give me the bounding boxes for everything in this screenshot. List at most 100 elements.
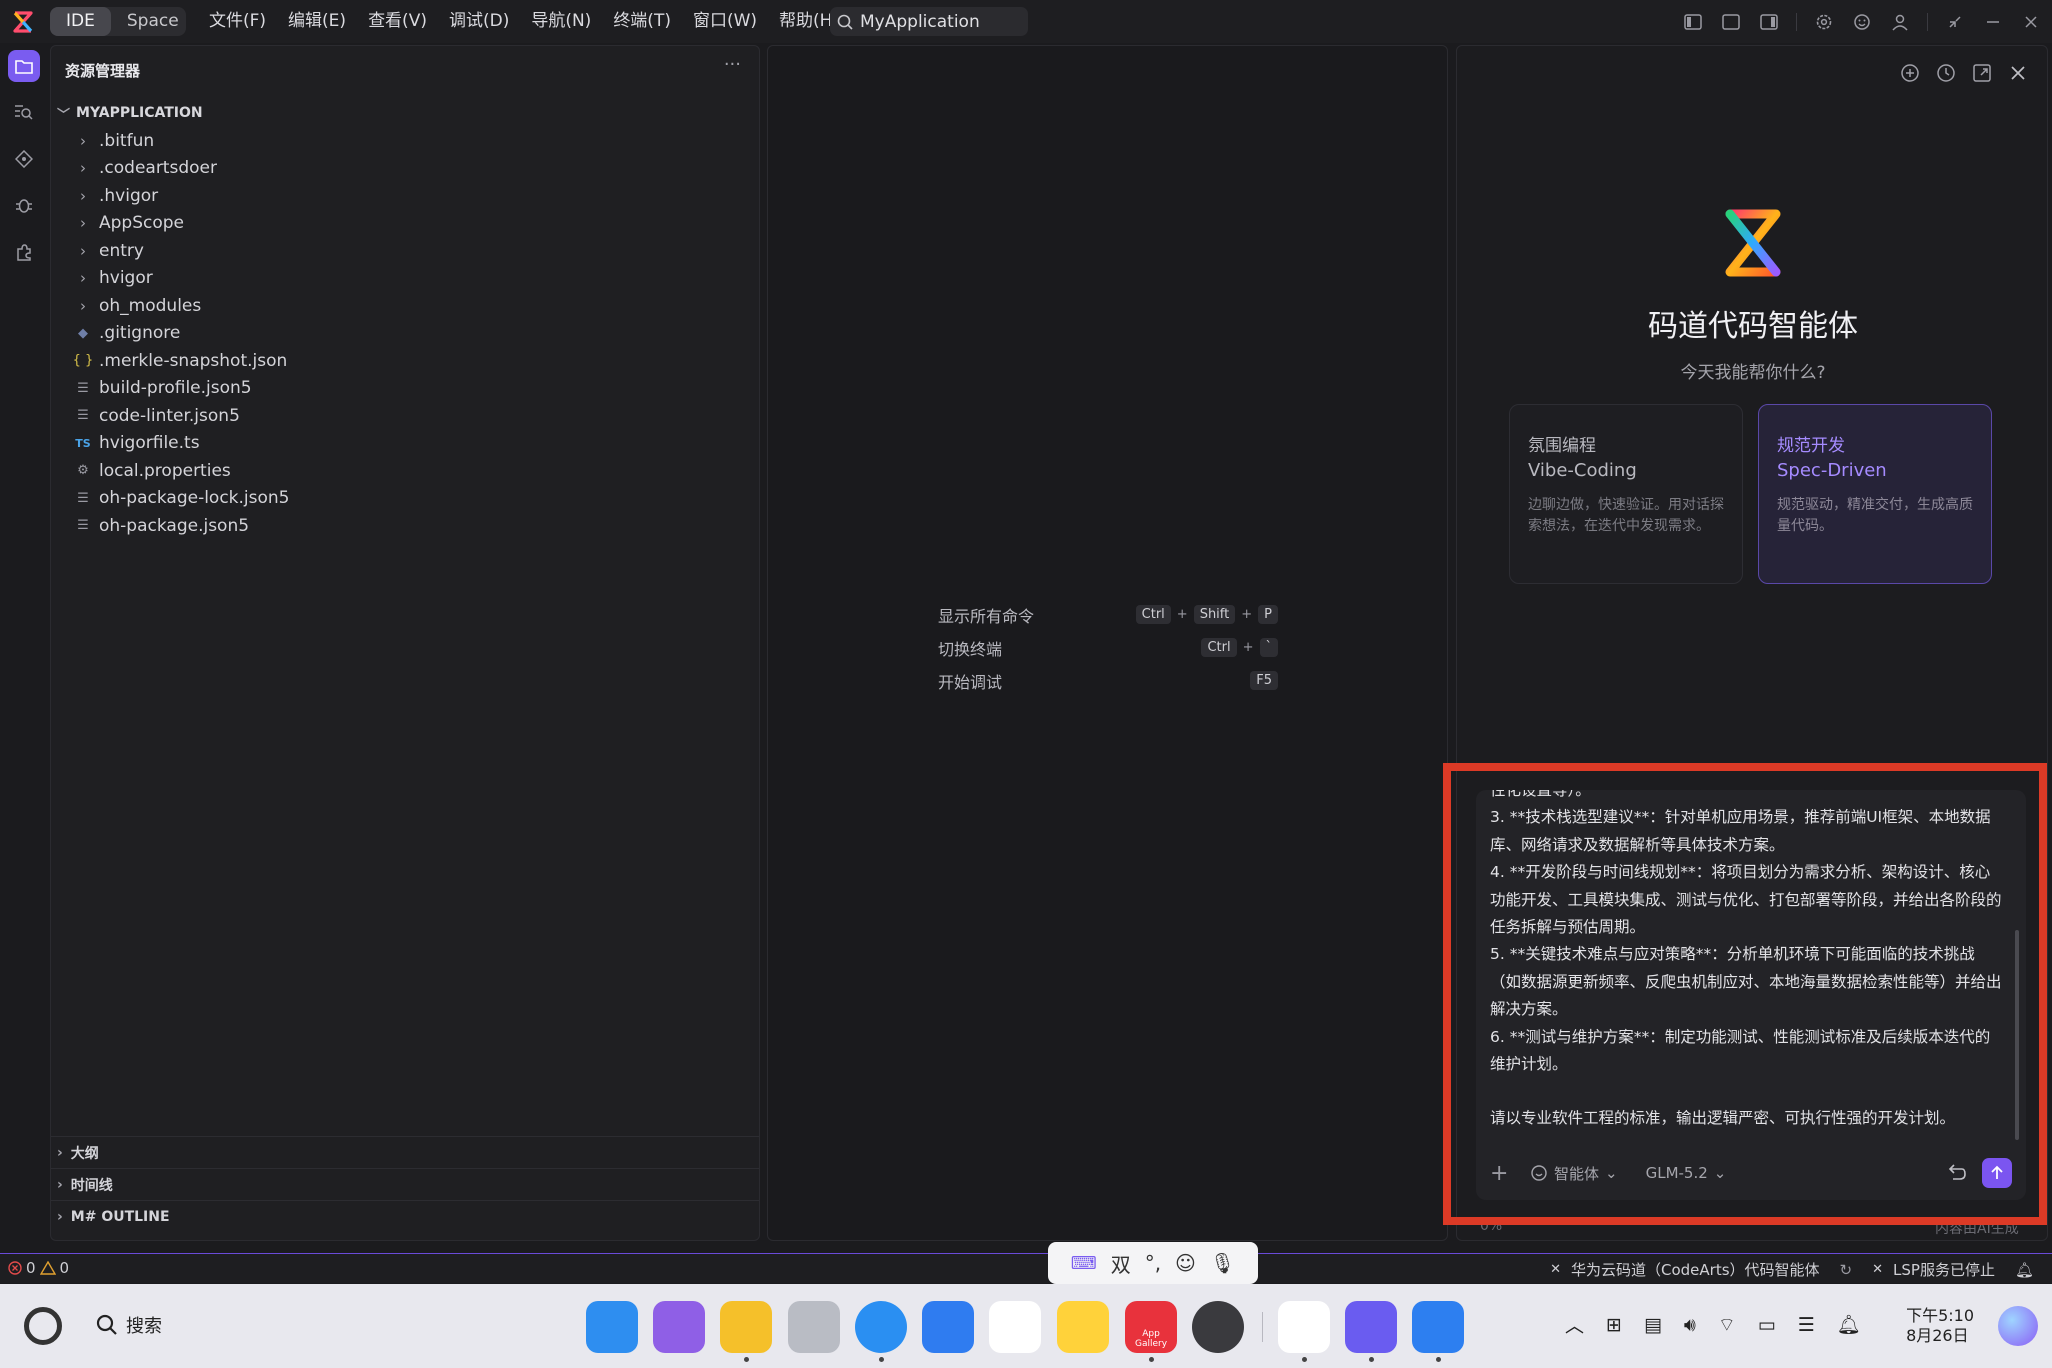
- close-panel-icon[interactable]: [2007, 62, 2029, 84]
- control-center-icon[interactable]: ☰: [1798, 1314, 1815, 1336]
- assistant-orb-icon[interactable]: [1998, 1306, 2038, 1346]
- tree-folder[interactable]: › .codeartsdoer: [51, 155, 751, 183]
- tree-folder[interactable]: › oh_modules: [51, 292, 751, 320]
- menu-window[interactable]: 窗口(W): [682, 0, 768, 43]
- battery-icon[interactable]: ▭: [1758, 1314, 1776, 1336]
- bell-notification-icon[interactable]: 🔔︎: [2015, 1261, 2034, 1279]
- more-actions-icon[interactable]: ···: [724, 54, 741, 75]
- notification-bell-icon[interactable]: 🔔︎: [1837, 1313, 1861, 1336]
- debug-bug-icon[interactable]: [8, 189, 40, 221]
- mode-space-button[interactable]: Space: [111, 7, 195, 36]
- history-clock-icon[interactable]: [1935, 62, 1957, 84]
- extensions-puzzle-icon[interactable]: [8, 236, 40, 268]
- app-launcher-icon[interactable]: [586, 1301, 638, 1353]
- card-title-en: Vibe-Coding: [1528, 460, 1637, 481]
- ime-emoji-icon[interactable]: ☺: [1175, 1251, 1196, 1275]
- toggle-left-panel-icon[interactable]: [1682, 11, 1704, 33]
- tree-file[interactable]: { } .merkle-snapshot.json: [51, 347, 751, 375]
- section-md-outline[interactable]: › M# OUTLINE: [51, 1200, 759, 1232]
- source-control-icon[interactable]: [8, 143, 40, 175]
- sync-icon[interactable]: ↻: [1840, 1261, 1853, 1279]
- command-search-box[interactable]: MyApplication: [830, 7, 1028, 36]
- tree-file[interactable]: ☰ oh-package-lock.json5: [51, 485, 751, 513]
- ime-chinese-toggle[interactable]: 双: [1111, 1249, 1131, 1278]
- new-chat-icon[interactable]: [1899, 62, 1921, 84]
- ime-microphone-icon[interactable]: 🎙︎: [1210, 1251, 1235, 1275]
- ime-punctuation-toggle[interactable]: °,: [1145, 1251, 1161, 1275]
- shortcut-row-debug[interactable]: 开始调试 F5: [938, 664, 1278, 697]
- menu-edit[interactable]: 编辑(E): [277, 0, 357, 43]
- shortcut-row-commands[interactable]: 显示所有命令 Ctrl + Shift + P: [938, 598, 1278, 631]
- shortcut-hints: 显示所有命令 Ctrl + Shift + P 切换终端 Ctrl + ` 开始调试 …: [938, 598, 1278, 697]
- start-circle-icon[interactable]: [24, 1307, 62, 1345]
- menu-file[interactable]: 文件(F): [198, 0, 277, 43]
- notes-icon[interactable]: [1057, 1301, 1109, 1353]
- project-header[interactable]: ﹀ MYAPPLICATION: [57, 101, 203, 125]
- ime-status-icon[interactable]: ⊞: [1606, 1314, 1622, 1336]
- text-file-icon: ☰: [77, 518, 89, 534]
- app-logo[interactable]: [10, 9, 36, 35]
- wifi-icon[interactable]: ⌔: [1718, 1313, 1736, 1337]
- menu-navigate[interactable]: 导航(N): [520, 0, 602, 43]
- divider: [1796, 12, 1797, 31]
- tree-item-label: build-profile.json5: [99, 378, 252, 399]
- tree-folder[interactable]: › .bitfun: [51, 127, 751, 155]
- lsp-status[interactable]: LSP服务已停止: [1893, 1259, 1995, 1280]
- toggle-editor-panel-icon[interactable]: [1720, 11, 1742, 33]
- menu-view[interactable]: 查看(V): [357, 0, 438, 43]
- appgallery-icon[interactable]: App Gallery: [1125, 1301, 1177, 1353]
- settings-gear-icon[interactable]: [1813, 11, 1835, 33]
- tree-file[interactable]: ☰ build-profile.json5: [51, 375, 751, 403]
- tree-folder[interactable]: › .hvigor: [51, 182, 751, 210]
- recycle-bin-icon[interactable]: [788, 1301, 840, 1353]
- section-outline-label: 大纲: [70, 1145, 99, 1162]
- feedback-smiley-icon[interactable]: [1851, 11, 1873, 33]
- tree-file[interactable]: ☰ code-linter.json5: [51, 402, 751, 430]
- open-in-editor-icon[interactable]: [1971, 62, 1993, 84]
- chevron-right-icon: ›: [57, 1144, 63, 1161]
- toggle-right-panel-icon[interactable]: [1758, 11, 1780, 33]
- menu-debug[interactable]: 调试(D): [438, 0, 520, 43]
- tree-item-label: oh-package-lock.json5: [99, 488, 290, 509]
- mail-icon[interactable]: [922, 1301, 974, 1353]
- explorer-files-icon[interactable]: [8, 50, 40, 82]
- close-window-icon[interactable]: [2020, 11, 2042, 33]
- gallery-icon[interactable]: [989, 1301, 1041, 1353]
- shortcut-row-terminal[interactable]: 切换终端 Ctrl + `: [938, 631, 1278, 664]
- clock[interactable]: 下午5:10 8月26日: [1906, 1306, 1974, 1346]
- search-code-icon[interactable]: [8, 96, 40, 128]
- shortcut-label: 切换终端: [938, 639, 1003, 659]
- minimize-icon[interactable]: [1982, 11, 2004, 33]
- search-icon: [96, 1314, 117, 1335]
- tree-folder[interactable]: › hvigor: [51, 265, 751, 293]
- deveco-icon[interactable]: [1345, 1301, 1397, 1353]
- settings-icon[interactable]: [1192, 1301, 1244, 1353]
- codearts-app-icon[interactable]: [1278, 1301, 1330, 1353]
- account-user-icon[interactable]: [1889, 11, 1911, 33]
- section-timeline[interactable]: › 时间线: [51, 1168, 759, 1200]
- tree-file[interactable]: TS hvigorfile.ts: [51, 430, 751, 458]
- section-outline[interactable]: › 大纲: [51, 1136, 759, 1168]
- spec-driven-card[interactable]: 规范开发 Spec-Driven 规范驱动，精准交付，生成高质量代码。: [1758, 404, 1992, 584]
- agent-status[interactable]: 华为云码道（CodeArts）代码智能体: [1571, 1259, 1820, 1280]
- tree-folder[interactable]: › entry: [51, 237, 751, 265]
- multitask-icon[interactable]: [653, 1301, 705, 1353]
- taskbar-search[interactable]: 搜索: [96, 1312, 162, 1338]
- volume-icon[interactable]: 🔊︎: [1684, 1314, 1696, 1336]
- restore-window-icon[interactable]: [1944, 11, 1966, 33]
- grid-app-icon[interactable]: [1412, 1301, 1464, 1353]
- menu-terminal[interactable]: 终端(T): [602, 0, 682, 43]
- vibe-coding-card[interactable]: 氛围编程 Vibe-Coding 边聊边做，快速验证。用对话探索想法，在迭代中发…: [1509, 404, 1743, 584]
- ime-keyboard-icon[interactable]: ⌨: [1071, 1253, 1097, 1274]
- tree-item-label: oh_modules: [99, 295, 202, 316]
- tree-file[interactable]: ◆ .gitignore: [51, 320, 751, 348]
- problems-indicator[interactable]: 0 0: [8, 1259, 69, 1277]
- clipboard-icon[interactable]: ▤: [1644, 1314, 1662, 1336]
- tree-file[interactable]: ⚙ local.properties: [51, 457, 751, 485]
- browser-icon[interactable]: [855, 1301, 907, 1353]
- mode-ide-button[interactable]: IDE: [50, 7, 111, 36]
- file-manager-icon[interactable]: [720, 1301, 772, 1353]
- tree-file[interactable]: ☰ oh-package.json5: [51, 512, 751, 540]
- tray-expand-icon[interactable]: ︿: [1565, 1311, 1584, 1338]
- tree-folder[interactable]: › AppScope: [51, 210, 751, 238]
